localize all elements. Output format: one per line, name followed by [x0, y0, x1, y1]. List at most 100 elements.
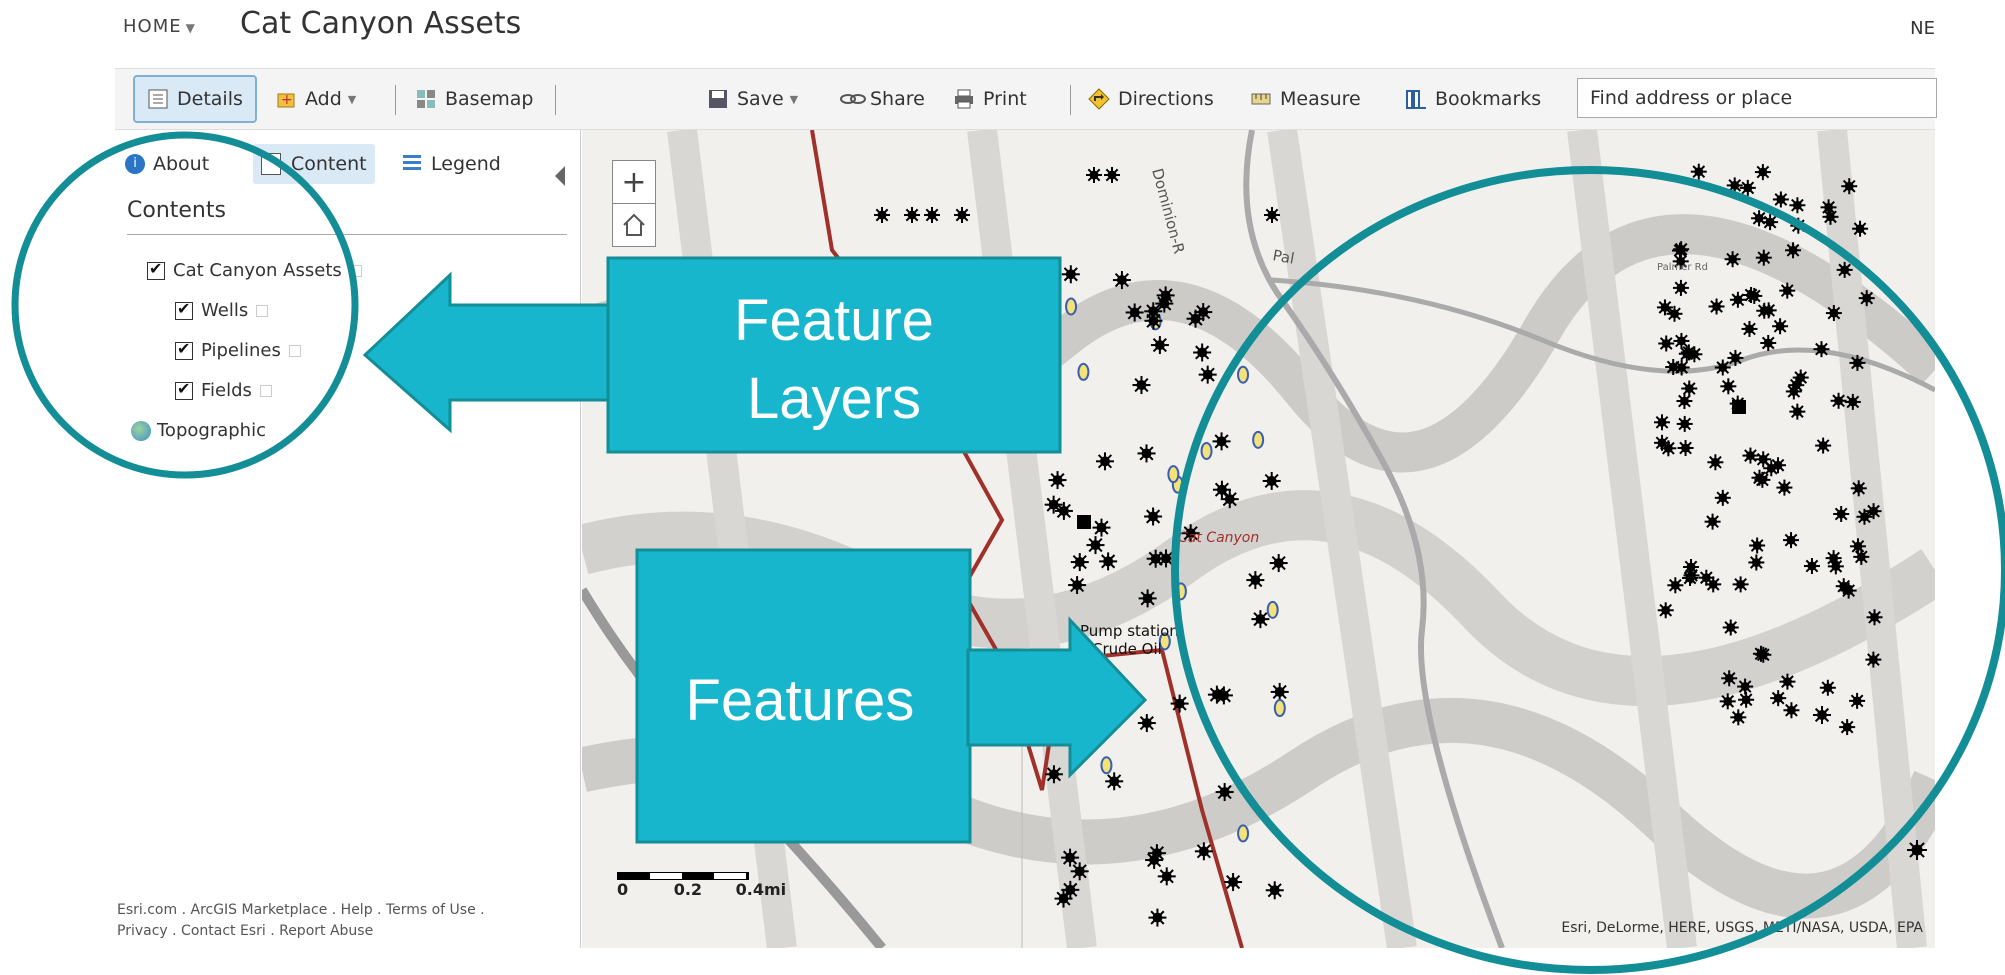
- well-symbol[interactable]: [1144, 302, 1163, 321]
- well-symbol[interactable]: [1198, 365, 1217, 384]
- well-symbol[interactable]: [1266, 600, 1279, 619]
- well-symbol[interactable]: [1146, 549, 1165, 568]
- search-input[interactable]: Find address or place: [1577, 78, 1937, 118]
- well-symbol[interactable]: [1751, 469, 1768, 486]
- well-symbol[interactable]: [1819, 679, 1836, 696]
- well-symbol[interactable]: [1849, 692, 1866, 709]
- well-symbol[interactable]: [1673, 359, 1690, 376]
- well-symbol[interactable]: [1719, 693, 1736, 710]
- well-symbol[interactable]: [1086, 167, 1102, 183]
- well-symbol[interactable]: [1762, 214, 1779, 231]
- well-symbol[interactable]: [1830, 392, 1847, 409]
- well-symbol[interactable]: [1727, 349, 1744, 366]
- well-symbol[interactable]: [1170, 694, 1189, 713]
- well-symbol[interactable]: [1825, 550, 1842, 567]
- add-button[interactable]: + Add ▼: [275, 81, 356, 117]
- well-symbol[interactable]: [1742, 447, 1759, 464]
- well-symbol[interactable]: [1078, 731, 1097, 750]
- well-symbol[interactable]: [1721, 670, 1738, 687]
- well-symbol[interactable]: [1749, 537, 1766, 554]
- well-symbol[interactable]: [1678, 345, 1695, 362]
- well-symbol[interactable]: [1157, 867, 1176, 886]
- tab-legend[interactable]: Legend: [403, 144, 501, 184]
- well-symbol[interactable]: [1755, 646, 1772, 663]
- well-symbol[interactable]: [1138, 589, 1157, 608]
- well-symbol[interactable]: [1252, 430, 1265, 449]
- well-symbol[interactable]: [1737, 678, 1754, 695]
- well-symbol[interactable]: [1273, 699, 1286, 718]
- well-symbol[interactable]: [1100, 756, 1113, 775]
- well-symbol[interactable]: [1672, 279, 1689, 296]
- well-symbol[interactable]: [1237, 365, 1250, 384]
- share-button[interactable]: Share: [840, 81, 925, 117]
- well-symbol[interactable]: [1839, 719, 1856, 736]
- well-symbol[interactable]: [1849, 538, 1866, 555]
- well-symbol[interactable]: [1844, 393, 1861, 410]
- measure-button[interactable]: Measure: [1250, 81, 1361, 117]
- well-symbol[interactable]: [1044, 765, 1063, 784]
- well-symbol[interactable]: [1852, 220, 1869, 237]
- well-symbol[interactable]: [1729, 291, 1746, 308]
- well-symbol[interactable]: [1783, 532, 1800, 549]
- well-symbol[interactable]: [874, 207, 890, 223]
- well-symbol[interactable]: [1148, 908, 1167, 927]
- layer-options-icon[interactable]: [349, 264, 362, 277]
- layer-options-icon[interactable]: [256, 304, 269, 317]
- well-symbol[interactable]: [1224, 873, 1243, 892]
- well-symbol[interactable]: [1068, 576, 1087, 595]
- home-menu[interactable]: HOME ▼: [123, 16, 196, 37]
- well-symbol[interactable]: [1150, 336, 1169, 355]
- print-button[interactable]: Print: [953, 81, 1027, 117]
- well-symbol[interactable]: [1077, 362, 1090, 381]
- layer-options-icon[interactable]: [288, 344, 301, 357]
- well-symbol[interactable]: [1783, 702, 1800, 719]
- well-symbol[interactable]: [1729, 395, 1746, 412]
- checkbox[interactable]: [175, 339, 193, 360]
- well-symbol[interactable]: [1760, 334, 1777, 351]
- well-symbol[interactable]: [1137, 444, 1156, 463]
- map-canvas[interactable]: Dominion-R Pal Palmer Rd Cat Canyon Pump…: [582, 130, 1935, 948]
- well-symbol[interactable]: [1095, 452, 1114, 471]
- well-symbol[interactable]: [1772, 318, 1789, 335]
- well-symbol[interactable]: [1677, 439, 1694, 456]
- well-symbol[interactable]: [1825, 305, 1842, 322]
- well-symbol[interactable]: [1145, 851, 1164, 870]
- well-symbol[interactable]: [1262, 471, 1281, 490]
- well-symbol[interactable]: [1840, 582, 1857, 599]
- well-symbol[interactable]: [1104, 167, 1120, 183]
- well-symbol[interactable]: [1167, 465, 1180, 484]
- well-symbol[interactable]: [924, 207, 940, 223]
- well-symbol[interactable]: [1657, 602, 1674, 619]
- well-symbol[interactable]: [1676, 393, 1693, 410]
- well-symbol[interactable]: [1212, 480, 1231, 499]
- well-symbol[interactable]: [1841, 178, 1858, 195]
- well-symbol[interactable]: [1200, 441, 1213, 460]
- well-symbol[interactable]: [1755, 249, 1772, 266]
- well-symbol[interactable]: [1785, 242, 1802, 259]
- well-symbol[interactable]: [1654, 414, 1671, 431]
- well-symbol[interactable]: [1858, 290, 1875, 307]
- well-symbol[interactable]: [1048, 471, 1067, 490]
- well-symbol[interactable]: [1803, 558, 1820, 575]
- well-symbol[interactable]: [1730, 709, 1747, 726]
- well-symbol[interactable]: [1779, 282, 1796, 299]
- well-symbol[interactable]: [904, 207, 920, 223]
- well-symbol[interactable]: [1676, 415, 1693, 432]
- well-symbol[interactable]: [1061, 848, 1080, 867]
- well-symbol[interactable]: [1756, 302, 1773, 319]
- well-symbol[interactable]: [1822, 208, 1839, 225]
- layer-item-topographic[interactable]: Topographic: [131, 420, 266, 441]
- well-symbol[interactable]: [954, 207, 970, 223]
- well-symbol[interactable]: [1724, 251, 1741, 268]
- well-symbol[interactable]: [1708, 298, 1725, 315]
- well-symbol[interactable]: [1251, 610, 1270, 629]
- well-symbol[interactable]: [1726, 177, 1743, 194]
- well-symbol[interactable]: [1070, 553, 1089, 572]
- well-symbol[interactable]: [1833, 505, 1850, 522]
- layer-options-icon[interactable]: [259, 384, 272, 397]
- well-symbol[interactable]: [1671, 242, 1688, 259]
- well-symbol[interactable]: [1849, 354, 1866, 371]
- well-symbol[interactable]: [1755, 451, 1772, 468]
- well-symbol[interactable]: [1086, 536, 1105, 555]
- well-symbol[interactable]: [1751, 210, 1768, 227]
